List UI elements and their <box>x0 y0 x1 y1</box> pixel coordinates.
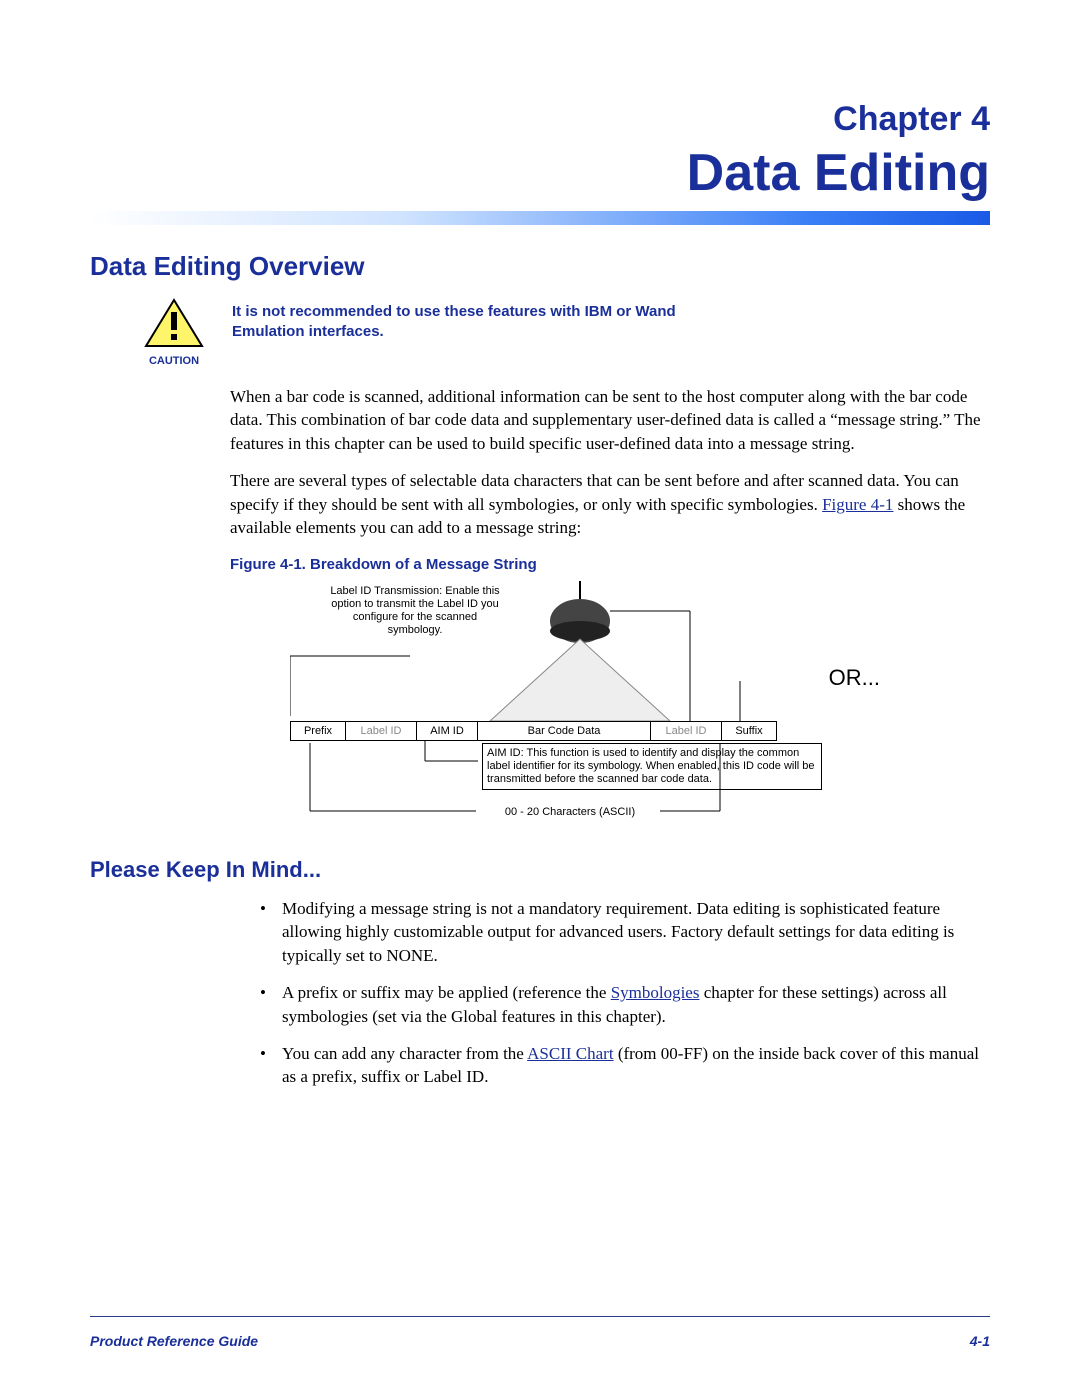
chapter-label: Chapter 4 <box>90 100 990 139</box>
caution-triangle-icon <box>144 298 204 348</box>
segment-prefix: Prefix <box>291 722 346 740</box>
segment-labelid-2: Label ID <box>651 722 722 740</box>
message-string-segments: Prefix Label ID AIM ID Bar Code Data Lab… <box>290 721 777 741</box>
segment-suffix: Suffix <box>722 722 776 740</box>
ascii-chart-link[interactable]: ASCII Chart <box>527 1044 613 1063</box>
list-item: You can add any character from the ASCII… <box>260 1042 990 1089</box>
figure-or-label: OR... <box>829 665 880 691</box>
footer-rule <box>90 1316 990 1317</box>
figure-4-1: Label ID Transmission: Enable this optio… <box>290 581 990 831</box>
page-footer: Product Reference Guide 4-1 <box>90 1333 990 1349</box>
figure-labelid-note: Label ID Transmission: Enable this optio… <box>325 585 505 638</box>
section-heading-overview: Data Editing Overview <box>90 251 990 282</box>
figure-caption: Figure 4-1. Breakdown of a Message Strin… <box>230 556 990 573</box>
footer-guide-title: Product Reference Guide <box>90 1333 258 1349</box>
caution-text: It is not recommended to use these featu… <box>232 298 712 343</box>
header-gradient-rule <box>90 211 990 225</box>
footer-page-number: 4-1 <box>970 1333 990 1349</box>
keep-in-mind-list: Modifying a message string is not a mand… <box>90 897 990 1089</box>
caution-label: CAUTION <box>134 355 214 367</box>
bullet-text: Modifying a message string is not a mand… <box>282 899 954 965</box>
section-heading-keep-in-mind: Please Keep In Mind... <box>90 857 990 883</box>
body-column: When a bar code is scanned, additional i… <box>90 385 990 831</box>
caution-icon-wrap: CAUTION <box>134 298 214 367</box>
document-page: Chapter 4 Data Editing Data Editing Over… <box>0 0 1080 1397</box>
figure-char-note: 00 - 20 Characters (ASCII) <box>480 806 660 819</box>
list-item: A prefix or suffix may be applied (refer… <box>260 981 990 1028</box>
segment-labelid-1: Label ID <box>346 722 417 740</box>
overview-para-1: When a bar code is scanned, additional i… <box>230 385 990 455</box>
list-item: Modifying a message string is not a mand… <box>260 897 990 967</box>
segment-aimid: AIM ID <box>417 722 478 740</box>
bullet-text-pre: You can add any character from the <box>282 1044 527 1063</box>
chapter-title: Data Editing <box>90 143 990 203</box>
figure-ref-link[interactable]: Figure 4-1 <box>822 495 893 514</box>
symbologies-link[interactable]: Symbologies <box>611 983 700 1002</box>
figure-aimid-note: AIM ID: This function is used to identif… <box>482 743 822 791</box>
overview-para-2: There are several types of selectable da… <box>230 469 990 539</box>
bullet-text-pre: A prefix or suffix may be applied (refer… <box>282 983 611 1002</box>
segment-barcodedata: Bar Code Data <box>478 722 651 740</box>
caution-callout: CAUTION It is not recommended to use the… <box>90 298 990 367</box>
